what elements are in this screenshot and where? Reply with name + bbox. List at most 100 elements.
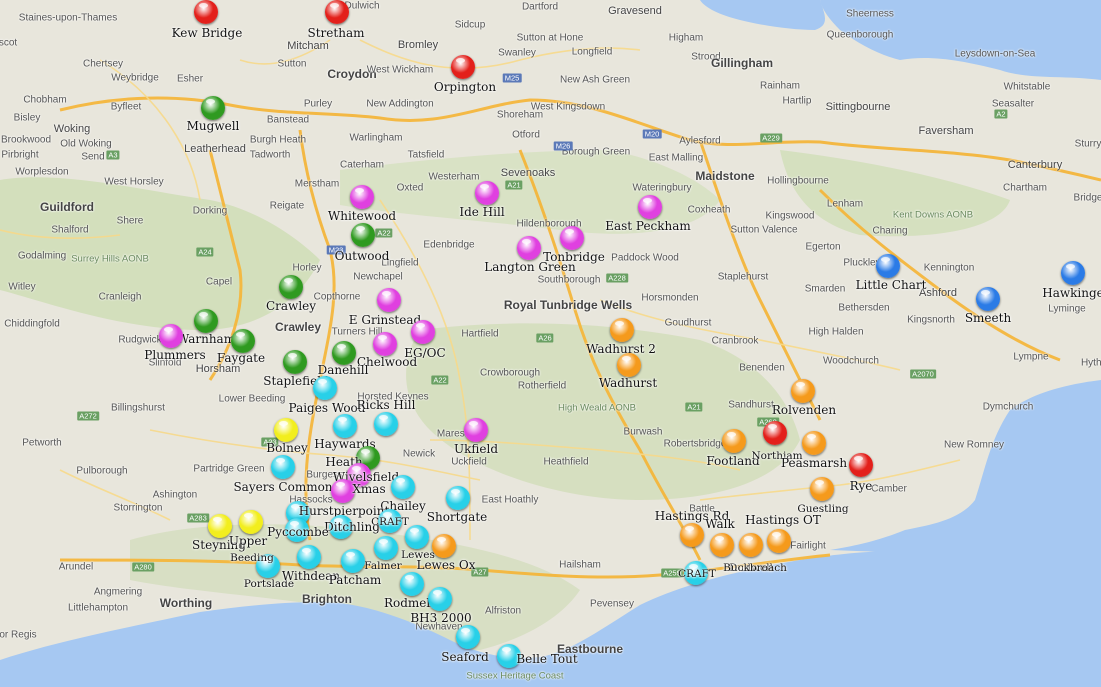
- map-marker-pin[interactable]: [976, 287, 1000, 311]
- map-marker-pin[interactable]: [446, 486, 470, 510]
- map-marker-pin[interactable]: [876, 254, 900, 278]
- map-marker-pin[interactable]: [377, 288, 401, 312]
- map-marker-pin[interactable]: [475, 181, 499, 205]
- marker-label[interactable]: Bolney: [266, 441, 308, 455]
- marker-label[interactable]: Shortgate: [427, 510, 488, 524]
- marker-label[interactable]: Falmer: [364, 560, 401, 572]
- marker-label[interactable]: Patcham: [329, 573, 382, 587]
- map-marker-pin[interactable]: [239, 510, 263, 534]
- map-marker-pin[interactable]: [610, 318, 634, 342]
- map-marker-pin[interactable]: [391, 475, 415, 499]
- marker-label[interactable]: Wadhurst: [599, 376, 657, 390]
- marker-label[interactable]: Peasmarsh: [781, 456, 847, 470]
- marker-label[interactable]: Ukfield: [454, 442, 498, 456]
- map-marker-pin[interactable]: [374, 412, 398, 436]
- marker-label[interactable]: Hastings OT: [745, 513, 821, 527]
- marker-label[interactable]: Langton Green: [484, 260, 575, 274]
- map-marker-pin[interactable]: [411, 320, 435, 344]
- map-marker-pin[interactable]: [194, 309, 218, 333]
- marker-label[interactable]: Mugwell: [187, 119, 240, 133]
- map-marker-pin[interactable]: [274, 418, 298, 442]
- map-marker-pin[interactable]: [763, 421, 787, 445]
- place-label-coxheath: Coxheath: [687, 204, 731, 216]
- marker-label[interactable]: Rye: [850, 479, 873, 493]
- map-marker-pin[interactable]: [722, 429, 746, 453]
- map-marker-pin[interactable]: [333, 414, 357, 438]
- marker-label[interactable]: East Peckham: [605, 219, 691, 233]
- map-marker-pin[interactable]: [517, 236, 541, 260]
- marker-label[interactable]: Little Chart: [856, 278, 927, 292]
- map-marker-pin[interactable]: [464, 418, 488, 442]
- marker-label[interactable]: Buckbroach: [723, 562, 787, 574]
- map-view[interactable]: Staines-upon-Thames Dulwich Dartford Graves…: [0, 0, 1101, 687]
- marker-label[interactable]: Upper: [229, 534, 267, 548]
- map-marker-pin[interactable]: [283, 350, 307, 374]
- marker-label[interactable]: Plummers: [144, 348, 205, 362]
- map-marker-pin[interactable]: [802, 431, 826, 455]
- map-marker-pin[interactable]: [341, 549, 365, 573]
- map-marker-pin[interactable]: [231, 329, 255, 353]
- place-label-dulwich: Dulwich: [344, 0, 380, 12]
- marker-label[interactable]: Whitewood: [328, 209, 396, 223]
- marker-label[interactable]: Smeeth: [965, 311, 1011, 325]
- map-marker-pin[interactable]: [680, 523, 704, 547]
- map-marker-pin[interactable]: [638, 195, 662, 219]
- map-marker-pin[interactable]: [373, 332, 397, 356]
- marker-label[interactable]: CRAFT: [371, 516, 409, 528]
- map-marker-pin[interactable]: [279, 275, 303, 299]
- marker-label[interactable]: Ide Hill: [459, 205, 504, 219]
- marker-label[interactable]: Crawley: [266, 299, 316, 313]
- map-marker-pin[interactable]: [271, 455, 295, 479]
- marker-label[interactable]: Orpington: [434, 80, 496, 94]
- place-label-egerton: Egerton: [805, 241, 841, 253]
- map-marker-pin[interactable]: [194, 0, 218, 24]
- map-marker-pin[interactable]: [810, 477, 834, 501]
- map-marker-pin[interactable]: [400, 572, 424, 596]
- map-marker-pin[interactable]: [313, 376, 337, 400]
- map-marker-pin[interactable]: [428, 587, 452, 611]
- place-label-capel: Capel: [205, 276, 233, 288]
- marker-label[interactable]: Ricks Hill: [357, 398, 416, 412]
- marker-label[interactable]: Stretham: [308, 26, 365, 40]
- map-marker-pin[interactable]: [325, 0, 349, 24]
- marker-label[interactable]: Kew Bridge: [172, 26, 243, 40]
- map-marker-pin[interactable]: [456, 625, 480, 649]
- marker-label[interactable]: Seaford: [441, 650, 489, 664]
- marker-label[interactable]: Sayers Common: [233, 480, 332, 494]
- marker-label[interactable]: Xmas: [352, 482, 385, 496]
- map-marker-pin[interactable]: [1061, 261, 1085, 285]
- marker-label[interactable]: Hawkinge: [1042, 286, 1101, 300]
- map-marker-pin[interactable]: [350, 185, 374, 209]
- marker-label[interactable]: Paiges Wood: [289, 401, 366, 415]
- map-marker-pin[interactable]: [710, 533, 734, 557]
- map-marker-pin[interactable]: [617, 353, 641, 377]
- marker-label[interactable]: Rolvenden: [772, 403, 836, 417]
- map-marker-pin[interactable]: [297, 545, 321, 569]
- map-marker-pin[interactable]: [791, 379, 815, 403]
- map-marker-pin[interactable]: [767, 529, 791, 553]
- marker-label[interactable]: CRAFT: [678, 568, 716, 580]
- marker-label[interactable]: Lewes Ox: [416, 558, 475, 572]
- map-marker-pin[interactable]: [849, 453, 873, 477]
- marker-label[interactable]: BH3 2000: [410, 611, 471, 625]
- map-marker-pin[interactable]: [201, 96, 225, 120]
- map-marker-pin[interactable]: [332, 341, 356, 365]
- map-marker-pin[interactable]: [159, 324, 183, 348]
- marker-label[interactable]: Pyccombe: [267, 525, 329, 539]
- marker-label[interactable]: E Grinstead: [349, 313, 421, 327]
- map-marker-pin[interactable]: [451, 55, 475, 79]
- marker-label[interactable]: Belle Tout: [516, 652, 577, 666]
- map-marker-pin[interactable]: [560, 226, 584, 250]
- map-marker-pin[interactable]: [374, 536, 398, 560]
- marker-label[interactable]: Warnham: [177, 332, 235, 346]
- marker-label[interactable]: Beeding: [230, 552, 274, 564]
- map-marker-pin[interactable]: [432, 534, 456, 558]
- marker-label[interactable]: Rodmell: [384, 596, 434, 610]
- map-marker-pin[interactable]: [351, 223, 375, 247]
- marker-label[interactable]: Faygate: [217, 351, 265, 365]
- marker-label[interactable]: Wadhurst 2: [586, 342, 656, 356]
- marker-label[interactable]: Walk: [705, 517, 735, 531]
- marker-label[interactable]: Outwood: [335, 249, 390, 263]
- map-marker-pin[interactable]: [739, 533, 763, 557]
- map-marker-pin[interactable]: [405, 525, 429, 549]
